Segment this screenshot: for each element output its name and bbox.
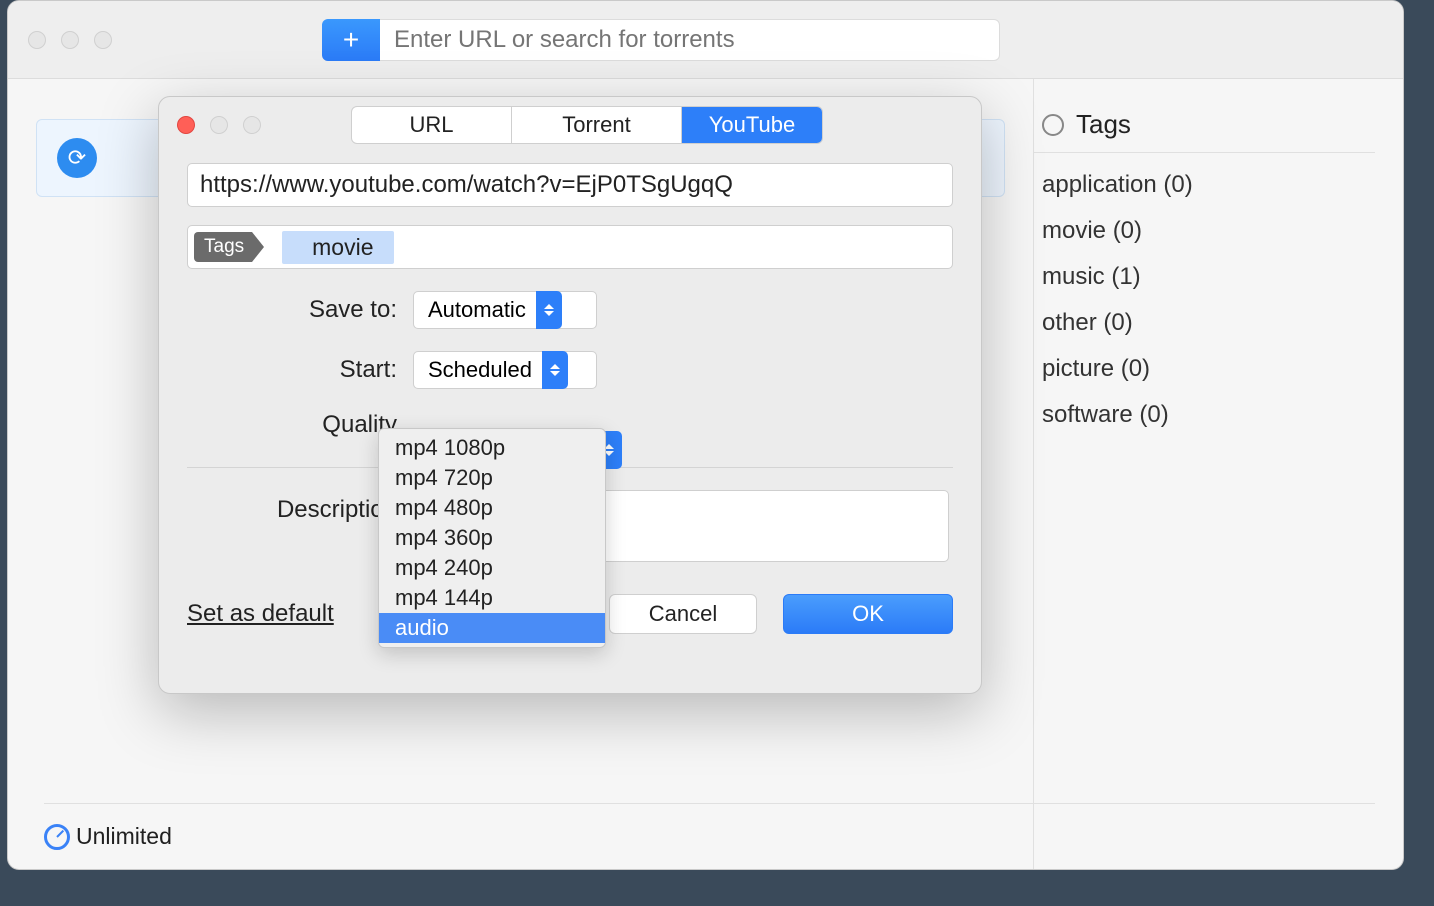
zoom-icon [243, 116, 261, 134]
titlebar: + [8, 1, 1403, 79]
minimize-icon[interactable] [61, 31, 79, 49]
toolbar-addbar: + [322, 19, 1000, 61]
tag-pill[interactable]: movie [282, 231, 393, 264]
quality-dropdown: mp4 1080p mp4 720p mp4 480p mp4 360p mp4… [378, 428, 606, 648]
start-label: Start: [187, 356, 397, 384]
quality-option[interactable]: mp4 144p [379, 583, 605, 613]
refresh-icon: ⟳ [57, 138, 97, 178]
quality-label: Quality [187, 411, 397, 439]
tag-item[interactable]: movie (0) [1042, 217, 1403, 245]
circle-icon [1042, 114, 1064, 136]
save-to-value: Automatic [428, 297, 526, 323]
close-icon[interactable] [28, 31, 46, 49]
tab-url[interactable]: URL [352, 107, 512, 143]
footer-status: Unlimited [44, 803, 1375, 869]
quality-option[interactable]: mp4 240p [379, 553, 605, 583]
dialog-titlebar: URL Torrent YouTube [159, 97, 981, 153]
start-select[interactable]: Scheduled [413, 351, 597, 389]
tag-item[interactable]: music (1) [1042, 263, 1403, 291]
tags-heading-label: Tags [1076, 109, 1131, 140]
minimize-icon [210, 116, 228, 134]
tag-list: application (0) movie (0) music (1) othe… [1034, 171, 1403, 429]
add-button[interactable]: + [322, 19, 380, 61]
set-default-link[interactable]: Set as default [187, 600, 334, 628]
tags-prefix-label: Tags [194, 232, 252, 262]
search-input[interactable] [380, 19, 1000, 61]
chevron-updown-icon [542, 351, 568, 389]
save-to-label: Save to: [187, 296, 397, 324]
quality-option[interactable]: mp4 1080p [379, 433, 605, 463]
gauge-icon [44, 824, 70, 850]
tag-item[interactable]: software (0) [1042, 401, 1403, 429]
save-to-select[interactable]: Automatic [413, 291, 597, 329]
close-icon[interactable] [177, 116, 195, 134]
tags-heading[interactable]: Tags [1034, 109, 1375, 153]
ok-button[interactable]: OK [783, 594, 953, 634]
window-controls [28, 31, 112, 49]
quality-option[interactable]: mp4 720p [379, 463, 605, 493]
url-input[interactable] [187, 163, 953, 207]
cancel-button[interactable]: Cancel [609, 594, 757, 634]
dialog-window-controls [177, 116, 261, 134]
tags-field[interactable]: Tags movie [187, 225, 953, 269]
chevron-updown-icon [536, 291, 562, 329]
zoom-icon[interactable] [94, 31, 112, 49]
tab-youtube[interactable]: YouTube [682, 107, 822, 143]
description-label: Description [187, 490, 397, 524]
quality-option-selected[interactable]: audio [379, 613, 605, 643]
side-panel: Tags application (0) movie (0) music (1)… [1033, 79, 1403, 869]
tag-item[interactable]: picture (0) [1042, 355, 1403, 383]
quality-option[interactable]: mp4 480p [379, 493, 605, 523]
quality-option[interactable]: mp4 360p [379, 523, 605, 553]
tag-item[interactable]: application (0) [1042, 171, 1403, 199]
tag-item[interactable]: other (0) [1042, 309, 1403, 337]
source-tabs: URL Torrent YouTube [351, 106, 823, 144]
tab-torrent[interactable]: Torrent [512, 107, 682, 143]
plus-icon: + [343, 24, 359, 56]
start-value: Scheduled [428, 357, 532, 383]
footer-label: Unlimited [76, 823, 172, 850]
